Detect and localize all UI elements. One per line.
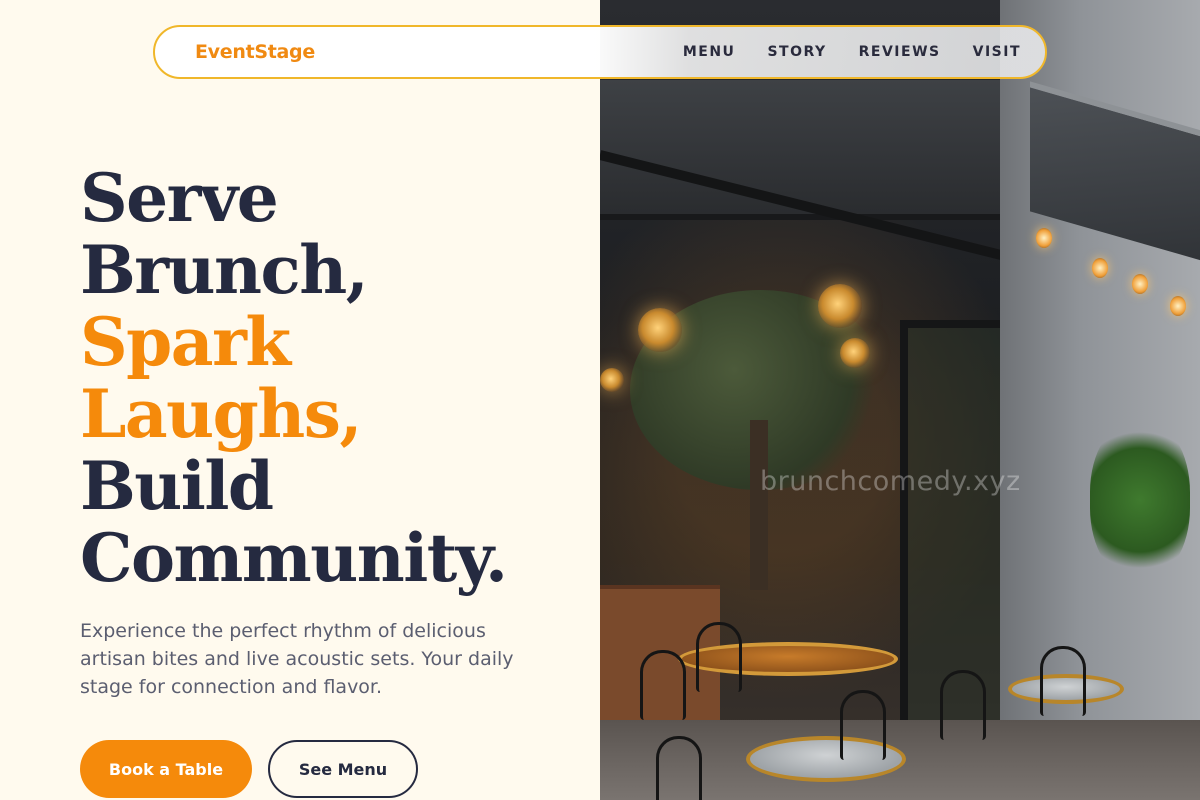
- headline-line: Build: [80, 447, 274, 525]
- pendant-lamp: [840, 338, 870, 368]
- book-table-button[interactable]: Book a Table: [80, 740, 252, 798]
- bistro-chair: [1040, 646, 1086, 716]
- photo-tree-trunk: [750, 420, 768, 590]
- bistro-chair: [696, 622, 742, 692]
- headline-accent-line: Laughs,: [80, 375, 362, 453]
- nav-link-story[interactable]: STORY: [767, 44, 826, 60]
- bistro-chair: [940, 670, 986, 740]
- hero-subtext: Experience the perfect rhythm of delicio…: [80, 620, 514, 698]
- nav-links: MENU STORY REVIEWS VISIT: [651, 44, 1021, 60]
- watermark-text: brunchcomedy.xyz: [760, 466, 1021, 497]
- string-light-bulb: [1170, 296, 1186, 316]
- string-light-bulb: [1036, 228, 1052, 248]
- nav-link-visit[interactable]: VISIT: [973, 44, 1021, 60]
- nav-link-reviews[interactable]: REVIEWS: [859, 44, 941, 60]
- headline-line: Serve: [80, 159, 279, 237]
- bistro-chair: [840, 690, 886, 760]
- string-light-bulb: [1132, 274, 1148, 294]
- top-navbar: EventStage MENU STORY REVIEWS VISIT: [153, 25, 1047, 79]
- pendant-lamp: [638, 308, 682, 352]
- headline-line: Community.: [80, 519, 508, 597]
- headline-accent-line: Spark: [80, 303, 291, 381]
- see-menu-button[interactable]: See Menu: [268, 740, 418, 798]
- string-light-bulb: [1092, 258, 1108, 278]
- hero-headline: Serve Brunch, Spark Laughs, Build Commun…: [80, 162, 600, 594]
- pendant-lamp: [818, 284, 862, 328]
- headline-line: Brunch,: [80, 231, 369, 309]
- nav-link-menu[interactable]: MENU: [683, 44, 736, 60]
- bistro-chair: [640, 650, 686, 720]
- pendant-lamp: [600, 368, 624, 392]
- brand-logo-link[interactable]: EventStage: [195, 41, 315, 63]
- restaurant-patio-photo: [600, 0, 1200, 800]
- photo-plant: [1090, 420, 1190, 580]
- bistro-chair: [656, 736, 702, 800]
- photo-ceiling: [600, 80, 1060, 220]
